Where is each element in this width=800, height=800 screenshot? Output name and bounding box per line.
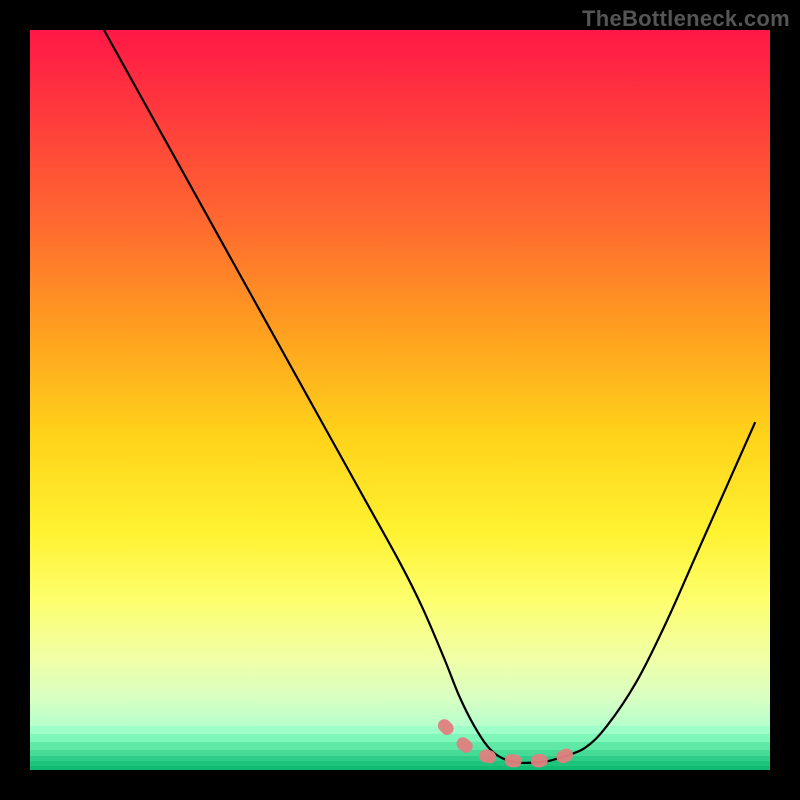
curve-layer (30, 30, 770, 770)
plot-area (30, 30, 770, 770)
watermark-text: TheBottleneck.com (582, 6, 790, 32)
optimal-marker (444, 726, 581, 762)
bottleneck-curve (104, 30, 755, 763)
chart-stage: TheBottleneck.com (0, 0, 800, 800)
